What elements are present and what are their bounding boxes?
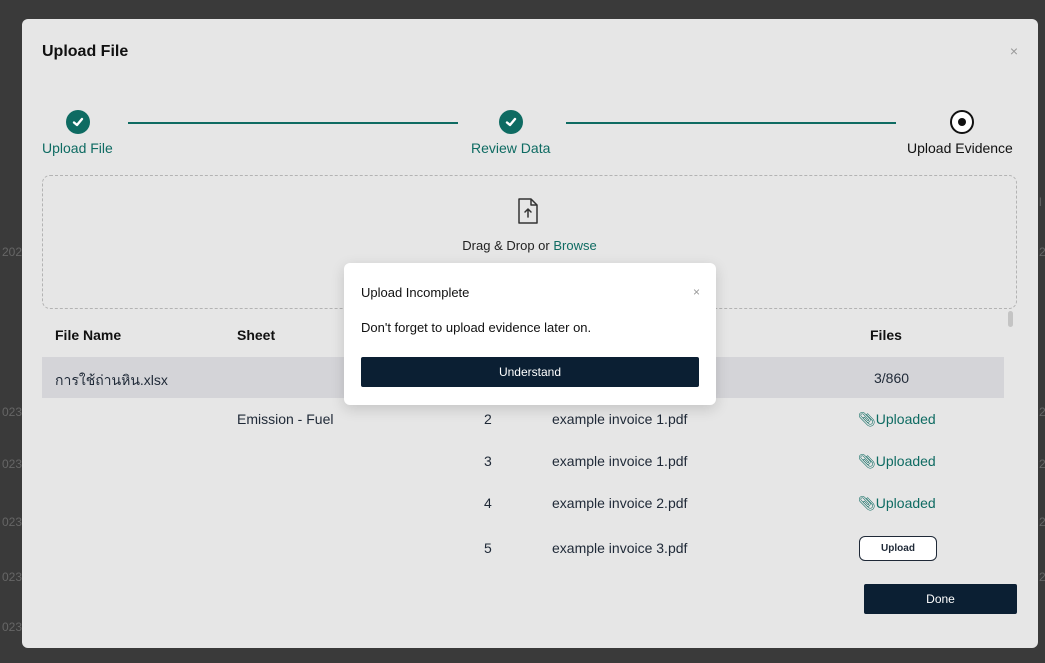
step-label-upload-file: Upload File — [42, 140, 113, 156]
paperclip-icon: 📎︎ — [858, 411, 876, 427]
background-text: l — [1039, 195, 1042, 209]
background-text: 2 — [1039, 405, 1045, 419]
row-number-cell: 2 — [484, 411, 492, 427]
step-label-upload-evidence: Upload Evidence — [907, 140, 1013, 156]
background-text: 023 — [2, 457, 23, 471]
uploaded-label: Uploaded — [875, 495, 936, 511]
files-count-cell: 3/860 — [874, 370, 910, 386]
step-label-review-data: Review Data — [471, 140, 551, 156]
upload-button[interactable]: Upload — [859, 536, 937, 561]
upload-incomplete-dialog: Upload Incomplete × Don't forget to uplo… — [344, 263, 716, 405]
paperclip-icon: 📎︎ — [858, 495, 876, 511]
dropzone-text: Drag & Drop or Browse — [43, 238, 1016, 253]
done-button[interactable]: Done — [864, 584, 1017, 614]
dialog-message: Don't forget to upload evidence later on… — [361, 320, 592, 335]
uploaded-label: Uploaded — [875, 411, 936, 427]
file-upload-icon — [518, 198, 538, 224]
evidence-file-cell: example invoice 1.pdf — [552, 411, 688, 427]
close-icon[interactable]: × — [1010, 43, 1018, 59]
header-sheet: Sheet — [237, 327, 276, 343]
table-scrollbar[interactable] — [1007, 309, 1015, 562]
radio-active-icon — [950, 110, 974, 134]
sheet-cell: Emission - Fuel — [237, 411, 334, 427]
background-text: 2 — [1039, 515, 1045, 529]
uploaded-status[interactable]: 📎︎Uploaded — [858, 411, 936, 428]
step-connector — [566, 122, 896, 124]
row-number-cell: 4 — [484, 495, 492, 511]
background-text: 023 — [2, 620, 23, 634]
evidence-file-cell: example invoice 1.pdf — [552, 453, 688, 469]
browse-link[interactable]: Browse — [553, 238, 596, 253]
header-files: Files — [870, 327, 902, 343]
close-icon[interactable]: × — [693, 285, 700, 299]
scrollbar-thumb[interactable] — [1008, 311, 1013, 327]
uploaded-status[interactable]: 📎︎Uploaded — [858, 495, 936, 512]
background-text: 023 — [2, 405, 23, 419]
background-text: 023 — [2, 515, 23, 529]
understand-button[interactable]: Understand — [361, 357, 699, 387]
evidence-file-cell: example invoice 3.pdf — [552, 540, 688, 556]
background-text: 023 — [2, 570, 23, 584]
dialog-title: Upload Incomplete — [361, 285, 470, 300]
dropzone-label: Drag & Drop or — [462, 238, 554, 253]
background-text: 2 — [1039, 245, 1045, 259]
uploaded-label: Uploaded — [875, 453, 936, 469]
background-text: 202 — [2, 245, 23, 259]
header-file-name: File Name — [55, 327, 122, 343]
step-connector — [128, 122, 458, 124]
evidence-file-cell: example invoice 2.pdf — [552, 495, 688, 511]
row-number-cell: 5 — [484, 540, 492, 556]
file-name-cell: การใช้ถ่านหิน.xlsx — [55, 372, 168, 388]
background-text: 2 — [1039, 570, 1045, 584]
row-number-cell: 3 — [484, 453, 492, 469]
check-circle-icon — [499, 110, 523, 134]
background-text: 2 — [1039, 457, 1045, 471]
uploaded-status[interactable]: 📎︎Uploaded — [858, 453, 936, 470]
check-circle-icon — [66, 110, 90, 134]
modal-title: Upload File — [42, 43, 129, 60]
paperclip-icon: 📎︎ — [858, 453, 876, 469]
